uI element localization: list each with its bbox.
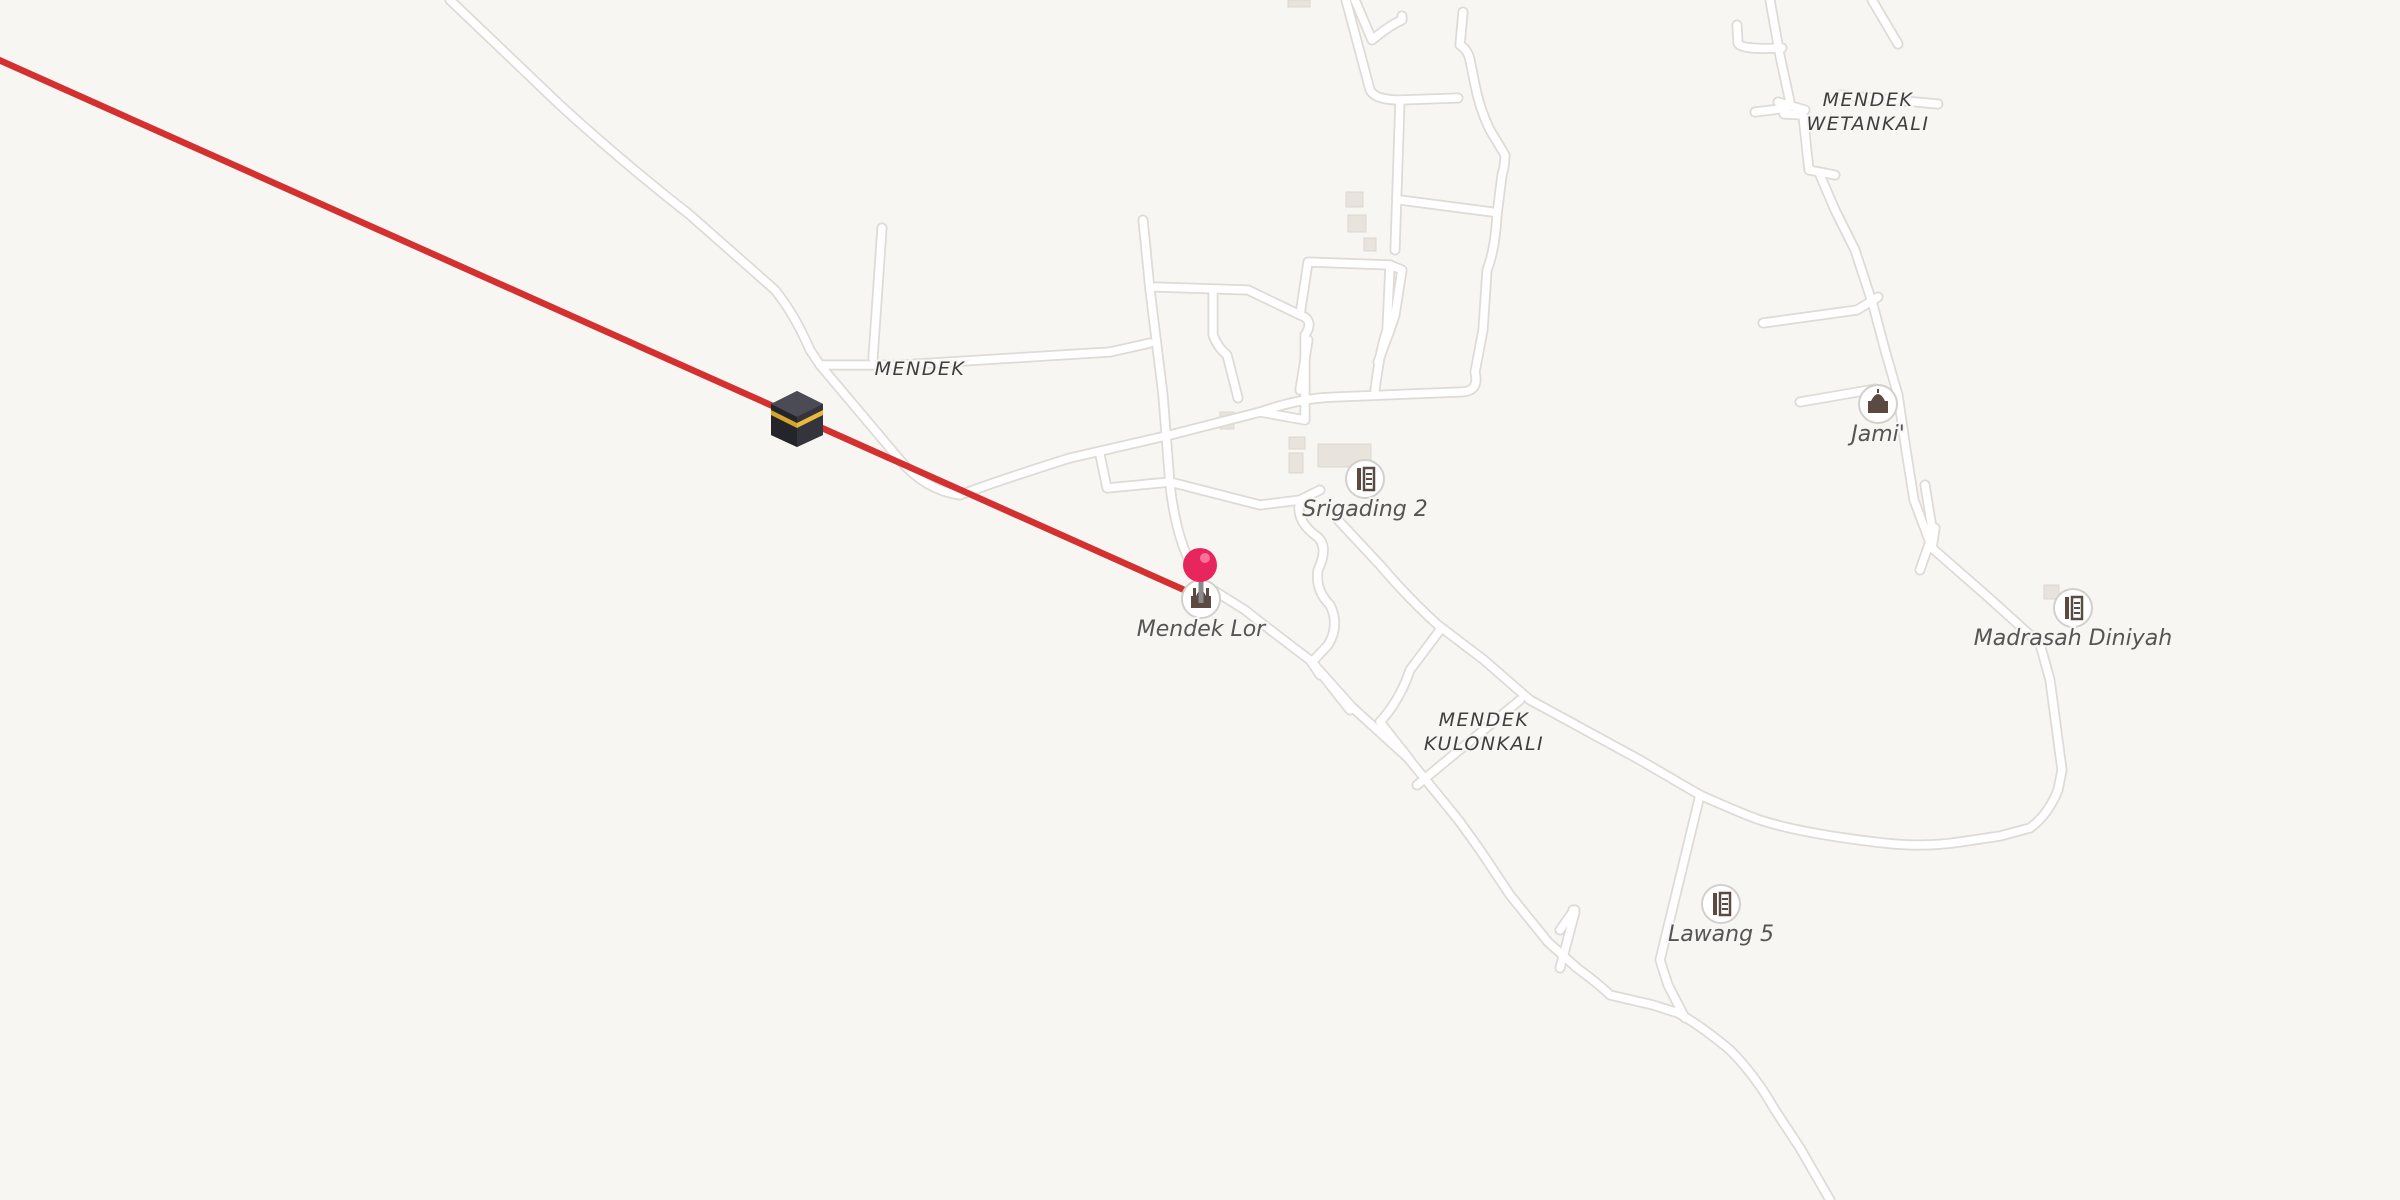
building	[1345, 191, 1364, 208]
road	[1696, 640, 2066, 849]
road	[816, 361, 964, 499]
road	[1166, 481, 1834, 1200]
map-canvas[interactable]: MENDEK MENDEK WETANKALI MENDEK KULONKALI…	[0, 0, 2400, 1200]
road	[1868, 0, 1902, 48]
road	[1334, 516, 1442, 629]
road	[1526, 696, 1704, 799]
road-casing	[1294, 256, 1396, 321]
building	[1363, 237, 1377, 252]
kaaba-marker[interactable]	[771, 391, 823, 806]
building	[1288, 452, 1304, 474]
road	[869, 224, 886, 362]
poi-label-jami: Jami'	[1847, 422, 1905, 447]
place-label-mendek-kulonkali: MENDEK	[1439, 709, 1530, 731]
road	[1434, 621, 1534, 704]
road	[956, 8, 1509, 499]
road-casing	[1094, 449, 1326, 511]
road	[446, 0, 824, 369]
road	[1816, 171, 1936, 552]
poi-label-madrasah-diniyah: Madrasah Diniyah	[1974, 626, 2172, 651]
road-network	[444, 0, 2068, 1200]
poi-madrasah-diniyah[interactable]: Madrasah Diniyah	[1972, 588, 2174, 653]
place-label-mendek: MENDEK	[875, 358, 966, 380]
road	[1376, 626, 1444, 726]
road-casing	[1164, 479, 1836, 1200]
map-pin-icon	[1183, 548, 1217, 582]
building	[1287, 0, 1311, 8]
poi-label-lawang: Lawang 5	[1668, 922, 1774, 947]
poi-lawang[interactable]: Lawang 5	[1666, 884, 1776, 949]
road	[1209, 289, 1242, 402]
poi-label-srigading: Srigading 2	[1302, 497, 1428, 522]
road	[1391, 96, 1404, 254]
place-label-mendek-wetankali: MENDEK	[1823, 89, 1914, 111]
building	[1288, 436, 1306, 450]
kaaba-icon	[771, 391, 823, 447]
place-label-mendek-kulonkali: KULONKALI	[1424, 733, 1544, 755]
road	[1656, 791, 1704, 1022]
building	[1347, 214, 1367, 233]
place-label-mendek-wetankali: WETANKALI	[1806, 113, 1929, 135]
road	[1751, 104, 1792, 116]
road	[1295, 496, 1339, 666]
poi-label-mendek-lor: Mendek Lor	[1137, 617, 1267, 642]
